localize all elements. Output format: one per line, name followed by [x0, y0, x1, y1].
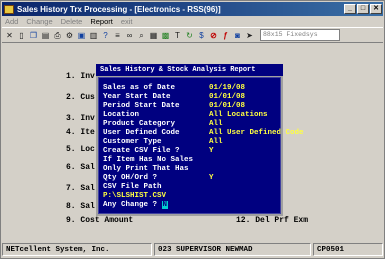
- close-button[interactable]: ✕: [370, 4, 382, 14]
- field-label: Create CSV File ?: [103, 147, 180, 155]
- menu-add[interactable]: Add: [5, 17, 18, 26]
- menu-report[interactable]: Report: [90, 17, 113, 26]
- create-csv-field[interactable]: Y: [209, 147, 214, 155]
- menu-option-7[interactable]: 7. Sal: [66, 184, 95, 193]
- product-category-field[interactable]: All: [209, 120, 223, 128]
- menu-option-3[interactable]: 3. Inv: [66, 114, 95, 123]
- calendar-icon[interactable]: ▩: [160, 30, 171, 41]
- field-label: If Item Has No Sales: [103, 156, 194, 164]
- status-user: 023 SUPERVISOR NEWMAD: [154, 243, 311, 256]
- copy-icon[interactable]: ❐: [28, 30, 39, 41]
- sales-as-of-date-field[interactable]: 01/19/08: [209, 84, 245, 92]
- menu-delete[interactable]: Delete: [61, 17, 83, 26]
- clipboard-icon[interactable]: ▥: [88, 30, 99, 41]
- menu-exit[interactable]: exit: [121, 17, 133, 26]
- function-icon[interactable]: ƒ: [220, 30, 231, 41]
- refresh-icon[interactable]: ↻: [184, 30, 195, 41]
- field-label: Sales as of Date: [103, 84, 176, 92]
- qty-oh-ord-field[interactable]: Y: [209, 174, 214, 182]
- app-window: Sales History Trx Processing - [Electron…: [0, 0, 385, 259]
- find-icon[interactable]: ⌕: [136, 30, 147, 41]
- help-icon[interactable]: ?: [100, 30, 111, 41]
- menu-option-8[interactable]: 8. Sal: [66, 202, 95, 211]
- status-terminal: CP0501: [313, 243, 383, 256]
- field-label: Only Print That Has: [103, 165, 189, 173]
- field-label: CSV File Path: [103, 183, 162, 191]
- location-field[interactable]: All Locations: [209, 111, 268, 119]
- table-icon[interactable]: ▦: [148, 30, 159, 41]
- minimize-button[interactable]: _: [344, 4, 356, 14]
- customer-type-field[interactable]: All: [209, 138, 223, 146]
- menu-option-9[interactable]: 9. Cost Amount: [66, 216, 133, 225]
- year-start-date-field[interactable]: 01/01/08: [209, 93, 245, 101]
- any-change-prompt: Any Change ? N: [103, 201, 169, 209]
- field-label: Year Start Date: [103, 93, 171, 101]
- binoculars-icon[interactable]: ∞: [124, 30, 135, 41]
- settings-icon[interactable]: ⚙: [64, 30, 75, 41]
- menu-bar: Add Change Delete Report exit: [2, 16, 383, 27]
- dollar-icon[interactable]: $: [196, 30, 207, 41]
- report-dialog: Sales History & Stock Analysis Report Sa…: [96, 64, 304, 216]
- font-select[interactable]: 88x15 Fixedsys: [260, 29, 340, 41]
- close-tool-icon[interactable]: ✕: [4, 30, 15, 41]
- title-bar[interactable]: Sales History Trx Processing - [Electron…: [2, 2, 383, 16]
- list-icon[interactable]: ≡: [112, 30, 123, 41]
- toolbar: ✕ ▯ ❐ ▤ ⎙ ⚙ ▣ ▥ ? ≡ ∞ ⌕ ▦ ▩ T ↻ $ ⊘ ƒ ◙ …: [2, 27, 383, 43]
- menu-option-4[interactable]: 4. Ite: [66, 128, 95, 137]
- field-label: Qty OH/Ord ?: [103, 174, 158, 182]
- period-start-date-field[interactable]: 01/01/08: [209, 102, 245, 110]
- dialog-body: Sales as of Date 01/19/08 Year Start Dat…: [98, 77, 304, 214]
- field-label: User Defined Code: [103, 129, 180, 137]
- field-label: Period Start Date: [103, 102, 180, 110]
- window-title: Sales History Trx Processing - [Electron…: [17, 4, 221, 14]
- save-icon[interactable]: ▣: [76, 30, 87, 41]
- field-label: Customer Type: [103, 138, 162, 146]
- menu-option-1[interactable]: 1. Inv: [66, 72, 95, 81]
- menu-option-6[interactable]: 6. Sal: [66, 163, 95, 172]
- app-icon: [4, 4, 14, 14]
- status-bar: NETcellent System, Inc. 023 SUPERVISOR N…: [2, 243, 383, 258]
- dialog-title: Sales History & Stock Analysis Report: [96, 64, 283, 76]
- menu-option-5[interactable]: 5. Loc: [66, 145, 95, 154]
- stop-icon[interactable]: ⊘: [208, 30, 219, 41]
- field-label: Location: [103, 111, 140, 119]
- menu-option-2[interactable]: 2. Cus: [66, 93, 95, 102]
- maximize-button[interactable]: □: [357, 4, 369, 14]
- field-label: Product Category: [103, 120, 176, 128]
- user-defined-code-field[interactable]: All User Defined Code: [209, 129, 304, 137]
- menu-change[interactable]: Change: [26, 17, 52, 26]
- csv-file-path-field[interactable]: P:\SLSHIST.CSV: [103, 192, 166, 200]
- status-company: NETcellent System, Inc.: [2, 243, 152, 256]
- page-icon[interactable]: ▯: [16, 30, 27, 41]
- any-change-input[interactable]: N: [161, 201, 169, 209]
- arrow-icon[interactable]: ➤: [244, 30, 255, 41]
- text-icon[interactable]: T: [172, 30, 183, 41]
- menu-option-12[interactable]: 12. Del Prf Exm: [236, 216, 308, 225]
- paste-icon[interactable]: ▤: [40, 30, 51, 41]
- camera-icon[interactable]: ◙: [232, 30, 243, 41]
- print-icon[interactable]: ⎙: [52, 30, 63, 41]
